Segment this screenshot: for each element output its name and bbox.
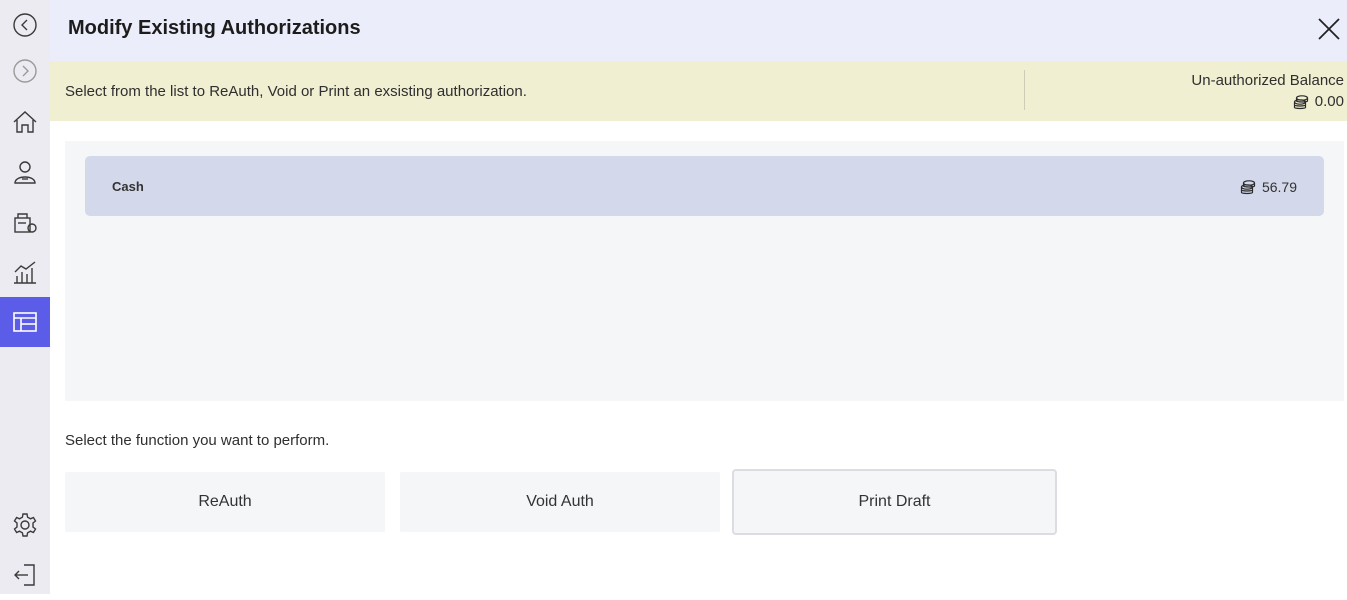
authorization-type: Cash xyxy=(112,179,144,194)
function-prompt: Select the function you want to perform. xyxy=(65,432,330,449)
void-auth-button[interactable]: Void Auth xyxy=(400,472,720,532)
sidebar xyxy=(0,0,50,594)
unauthorized-balance: 0.00 xyxy=(1293,93,1344,110)
register-icon xyxy=(14,213,37,233)
banner-message: Select from the list to ReAuth, Void or … xyxy=(65,83,527,100)
logout-icon xyxy=(14,564,35,586)
coins-icon xyxy=(1293,94,1308,109)
balance-value: 0.00 xyxy=(1314,93,1344,110)
settings-icon xyxy=(13,513,37,537)
authorization-amount: 56.79 xyxy=(1240,179,1297,195)
register-button[interactable] xyxy=(0,197,50,247)
forward-icon xyxy=(13,59,37,83)
customer-button[interactable] xyxy=(0,147,50,197)
amount-value: 56.79 xyxy=(1261,179,1297,195)
banner-divider xyxy=(1024,70,1025,110)
panel-header: Modify Existing Authorizations xyxy=(50,0,1347,61)
info-banner: Select from the list to ReAuth, Void or … xyxy=(50,61,1347,121)
close-icon xyxy=(1318,18,1340,40)
layout-icon xyxy=(13,312,37,332)
customer-icon xyxy=(14,161,36,184)
settings-button[interactable] xyxy=(0,500,50,550)
reauth-button[interactable]: ReAuth xyxy=(65,472,385,532)
home-icon xyxy=(13,111,37,133)
analytics-button[interactable] xyxy=(0,247,50,297)
logout-button[interactable] xyxy=(0,550,50,600)
print-draft-button[interactable]: Print Draft xyxy=(732,469,1057,535)
unauthorized-balance-label: Un-authorized Balance xyxy=(1191,72,1344,89)
coins-icon xyxy=(1240,180,1256,195)
home-button[interactable] xyxy=(0,97,50,147)
back-icon xyxy=(13,13,37,37)
layout-button[interactable] xyxy=(0,297,50,347)
back-button[interactable] xyxy=(0,0,50,50)
close-button[interactable] xyxy=(1315,15,1343,43)
modify-authorizations-panel: Modify Existing Authorizations Select fr… xyxy=(50,0,1347,594)
analytics-icon xyxy=(14,261,36,284)
authorization-item-cash[interactable]: Cash 56.79 xyxy=(85,156,1324,216)
authorization-list: Cash 56.79 xyxy=(65,141,1344,401)
forward-button[interactable] xyxy=(0,46,50,96)
page-title: Modify Existing Authorizations xyxy=(68,17,361,39)
